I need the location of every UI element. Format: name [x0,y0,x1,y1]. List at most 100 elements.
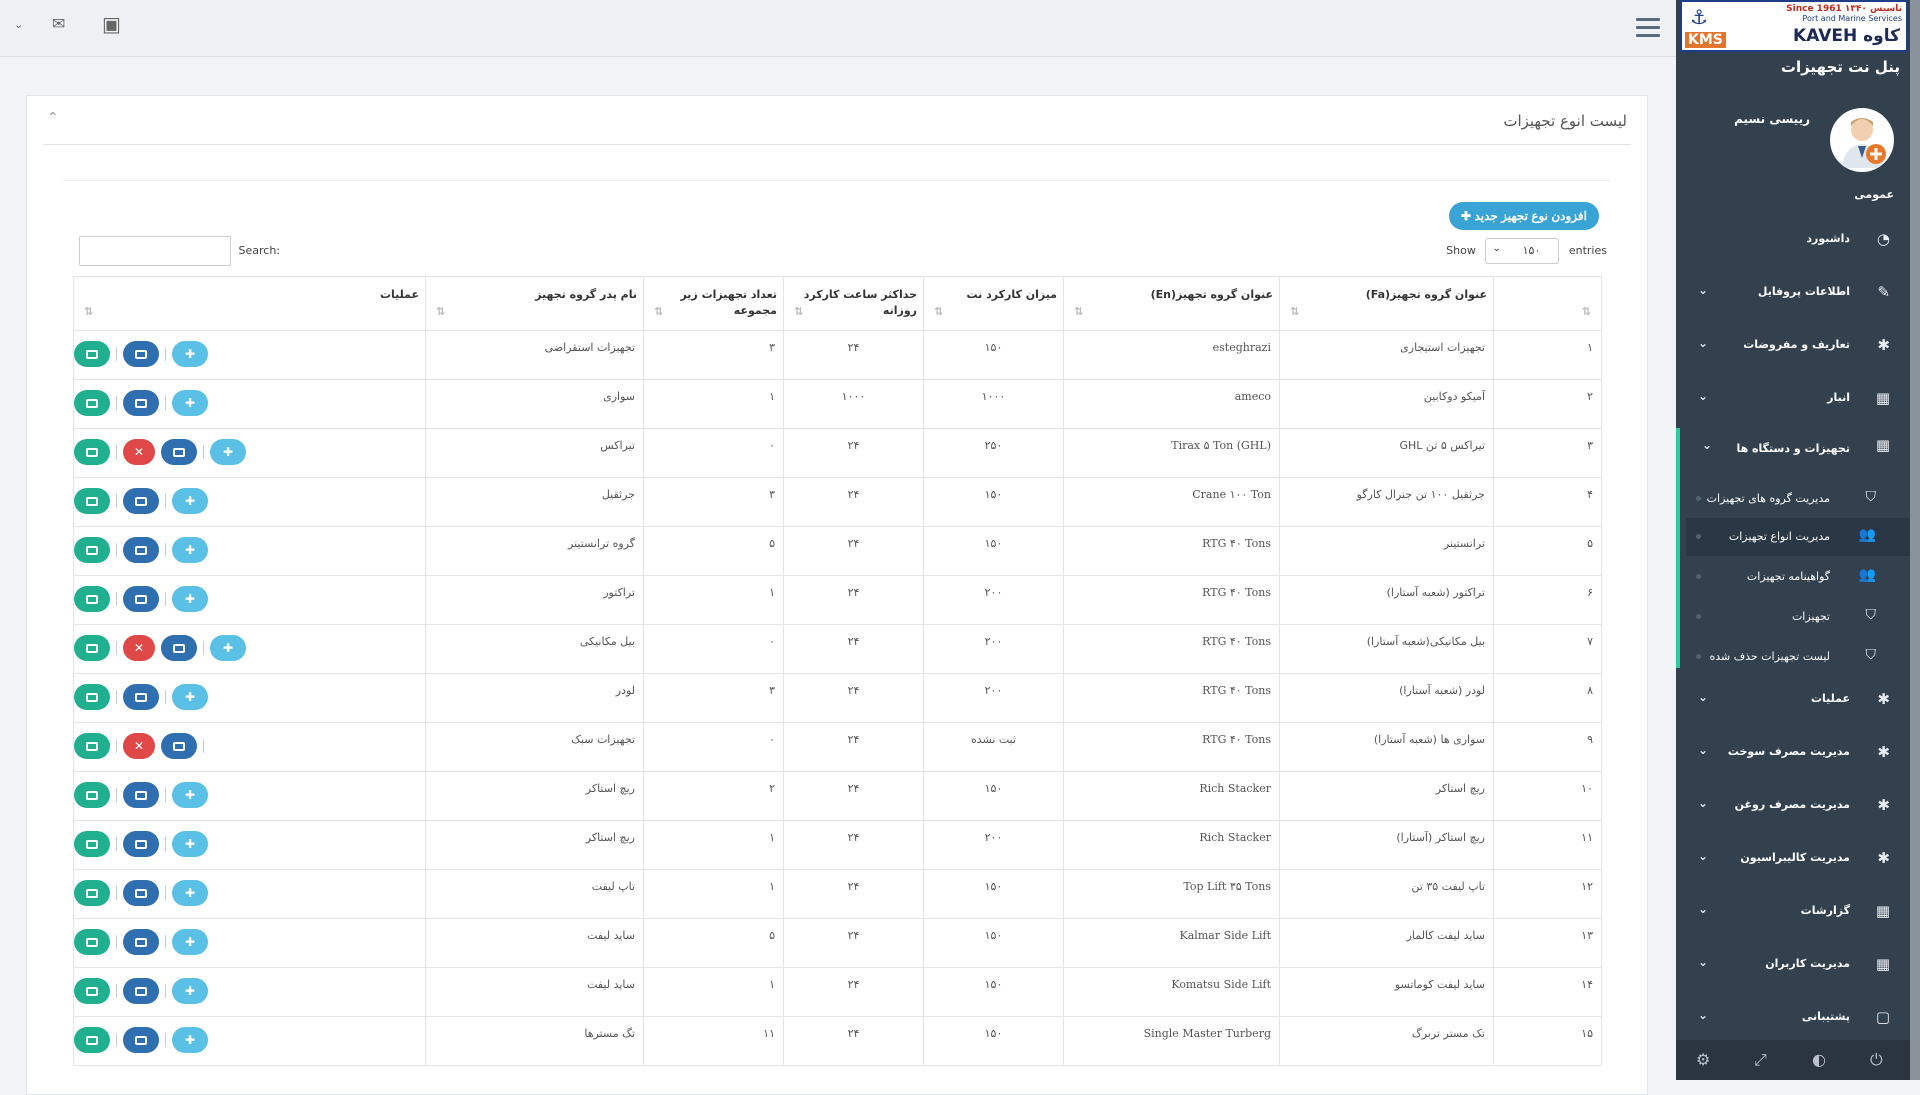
column-header-row-number[interactable]: ⇅ [1493,276,1602,331]
delete-button[interactable]: ✕ [123,635,155,661]
cell-row-number: ۸ [1493,673,1602,723]
add-child-button[interactable]: ✚ [210,635,246,661]
add-child-button[interactable]: ✚ [172,390,208,416]
list-button[interactable] [123,488,159,514]
edit-button[interactable] [74,782,110,808]
edit-button[interactable] [74,733,110,759]
add-child-button[interactable]: ✚ [172,586,208,612]
add-child-button[interactable]: ✚ [172,537,208,563]
add-child-button[interactable]: ✚ [210,439,246,465]
list-button[interactable] [123,341,159,367]
sidebar-item-label: مدیریت کاربران [1765,957,1850,970]
edit-button[interactable] [74,586,110,612]
menu-toggle-icon[interactable] [1636,18,1660,38]
sidebar-subitem-deleted-equipment[interactable]: ⛉ لیست تجهیزات حذف شده [1686,638,1910,676]
edit-button[interactable] [74,341,110,367]
add-child-button[interactable]: ✚ [172,880,208,906]
list-button[interactable] [123,586,159,612]
edit-button[interactable] [74,635,110,661]
add-child-button[interactable]: ✚ [172,929,208,955]
edit-button[interactable] [74,439,110,465]
search-input[interactable] [79,236,231,266]
sidebar-item-fuel[interactable]: ✱ مدیریت مصرف سوخت ⌄ [1676,733,1910,773]
sidebar-item-support[interactable]: ▢ پشتیبانی ⌄ [1676,998,1910,1038]
divider [165,347,166,361]
edit-button[interactable] [74,978,110,1004]
edit-button[interactable] [74,831,110,857]
column-header-name-fa[interactable]: عنوان گروه تجهیز(Fa) ⇅ [1279,276,1494,331]
sidebar-item-calibration[interactable]: ✱ مدیریت کالیبراسیون ⌄ [1676,839,1910,879]
table-row: ۱۴ ساید لیفت کوماتسو Komatsu Side Lift ۱۵۰ ۲… [73,967,1602,1017]
chevron-up-icon[interactable]: ⌃ [47,110,59,126]
sidebar-item-users[interactable]: ▦ مدیریت کاربران ⌄ [1676,945,1910,985]
add-child-button[interactable]: ✚ [172,341,208,367]
power-icon[interactable]: ⏻ [1870,1050,1883,1070]
list-button[interactable] [123,831,159,857]
column-header-operations[interactable]: عملیات ⇅ [73,276,426,331]
chevron-down-icon: ⌄ [1698,283,1709,297]
edit-button[interactable] [74,929,110,955]
add-child-button[interactable]: ✚ [172,488,208,514]
add-child-button[interactable]: ✚ [172,978,208,1004]
add-child-button[interactable]: ✚ [172,684,208,710]
add-child-button[interactable]: ✚ [172,782,208,808]
list-button[interactable] [123,390,159,416]
delete-button[interactable]: ✕ [123,439,155,465]
edit-button[interactable] [74,390,110,416]
list-button[interactable] [123,684,159,710]
column-header-max-daily-hours[interactable]: حداکثر ساعت کارکرد روزانه ⇅ [783,276,924,331]
divider [116,543,117,557]
edit-button[interactable] [74,684,110,710]
edit-button[interactable] [74,1027,110,1053]
add-child-button[interactable]: ✚ [172,1027,208,1053]
add-equipment-type-button[interactable]: ✚ افزودن نوع تجهیز جدید [1449,202,1599,230]
column-header-name-en[interactable]: عنوان گروه تجهیز(En) ⇅ [1063,276,1280,331]
list-icon [135,790,147,800]
fullscreen-icon[interactable]: ⤢ [1754,1050,1767,1070]
sidebar-scrollbar[interactable] [1910,0,1920,1080]
message-icon[interactable]: ▣ [102,12,121,36]
column-header-maintenance-usage[interactable]: میزان کارکرد نت ⇅ [923,276,1064,331]
cell-maintenance-usage: ۲۰۰ [923,673,1064,723]
list-button[interactable] [123,880,159,906]
divider [63,180,1611,181]
cell-sub-equipment-count: ۲ [643,771,784,821]
list-button[interactable] [123,978,159,1004]
edit-button[interactable] [74,537,110,563]
sidebar-subitem-equipment[interactable]: ⛉ تجهیزات [1686,598,1910,636]
sidebar-item-reports[interactable]: ▦ گزارشات ⌄ [1676,892,1910,932]
list-button[interactable] [123,929,159,955]
edit-button[interactable] [74,488,110,514]
settings-icon[interactable]: ⚙ [1696,1050,1710,1069]
sidebar-item-warehouse[interactable]: ▦ انبار ⌄ [1676,379,1910,419]
divider [116,886,117,900]
edit-icon [86,496,98,506]
mail-icon[interactable]: ✉ [52,14,65,33]
column-header-sub-equipment-count[interactable]: تعداد تجهیزات زیر مجموعه ⇅ [643,276,784,331]
sidebar-subitem-equipment-types[interactable]: 👥 مدیریت انواع تجهیزات [1686,518,1910,556]
column-header-parent-group[interactable]: نام پدر گروه تجهیز ⇅ [425,276,644,331]
sidebar-subitem-equipment-groups[interactable]: ⛉ مدیریت گروه های تجهیزات [1686,480,1910,518]
page-length-select[interactable]: ۱۵۰ ⌄ [1485,238,1560,264]
sidebar-item-definitions[interactable]: ✱ تعاریف و مفروضات ⌄ [1676,326,1910,366]
chevron-down-icon[interactable]: ⌄ [14,18,23,31]
sidebar-item-operations[interactable]: ✱ عملیات ⌄ [1676,680,1910,720]
list-button[interactable] [123,782,159,808]
sidebar-subitem-certificates[interactable]: 👥 گواهینامه تجهیزات [1686,558,1910,596]
cell-operations: ✚ [73,771,426,821]
add-child-button[interactable]: ✚ [172,831,208,857]
hide-icon[interactable]: ◐ [1812,1050,1826,1069]
edit-button[interactable] [74,880,110,906]
avatar[interactable] [1830,108,1894,172]
list-button[interactable] [161,733,197,759]
sidebar-item-profile[interactable]: ✎ اطلاعات پروفایل ⌄ [1676,273,1910,313]
list-button[interactable] [123,537,159,563]
list-button[interactable] [123,1027,159,1053]
list-button[interactable] [161,439,197,465]
divider [116,739,117,753]
sidebar: ⚓ Since 1961 ۱۳۴۰ تاسیس Port and Marine … [1676,0,1920,1080]
sidebar-item-dashboard[interactable]: ◔ داشبورد [1676,220,1910,260]
sidebar-item-oil[interactable]: ✱ مدیریت مصرف روغن ⌄ [1676,786,1910,826]
delete-button[interactable]: ✕ [123,733,155,759]
list-button[interactable] [161,635,197,661]
